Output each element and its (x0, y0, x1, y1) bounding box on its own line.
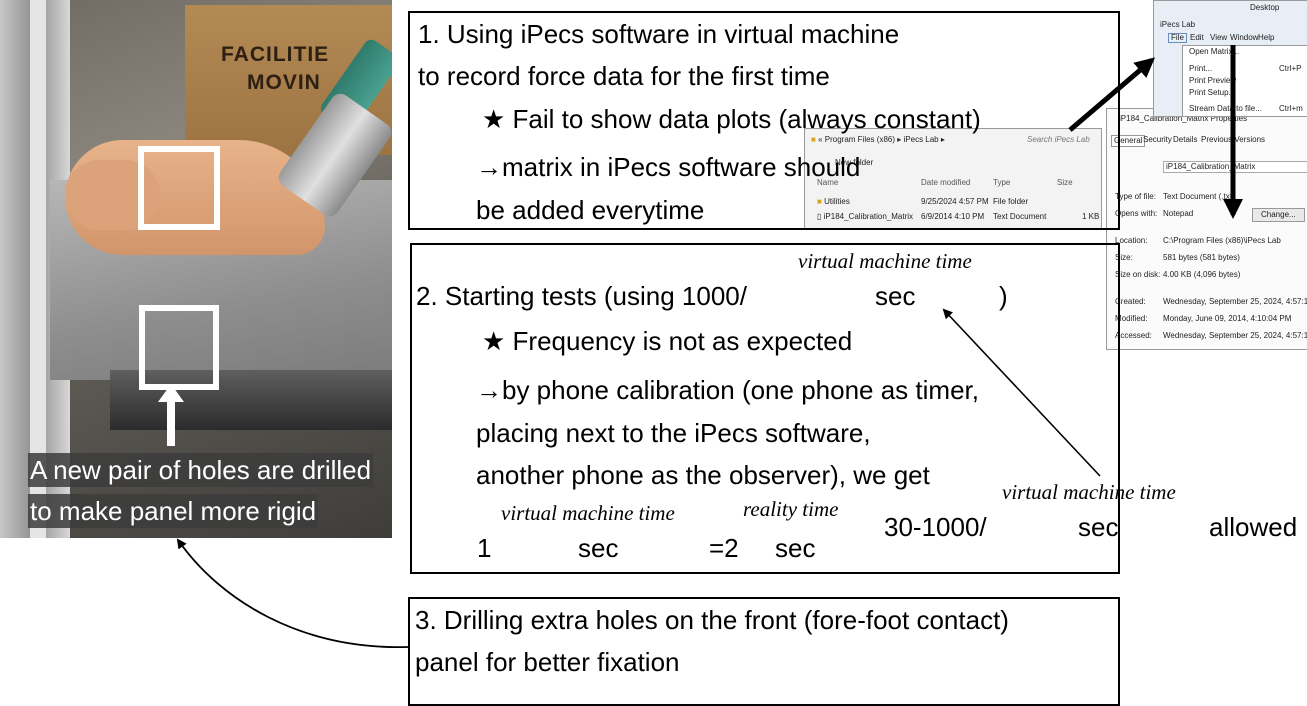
arrow-to-title-unit (942, 308, 1101, 477)
arrow-to-photo (176, 538, 409, 648)
arrow-to-menu (1068, 57, 1156, 132)
connector-arrows (176, 45, 1243, 648)
